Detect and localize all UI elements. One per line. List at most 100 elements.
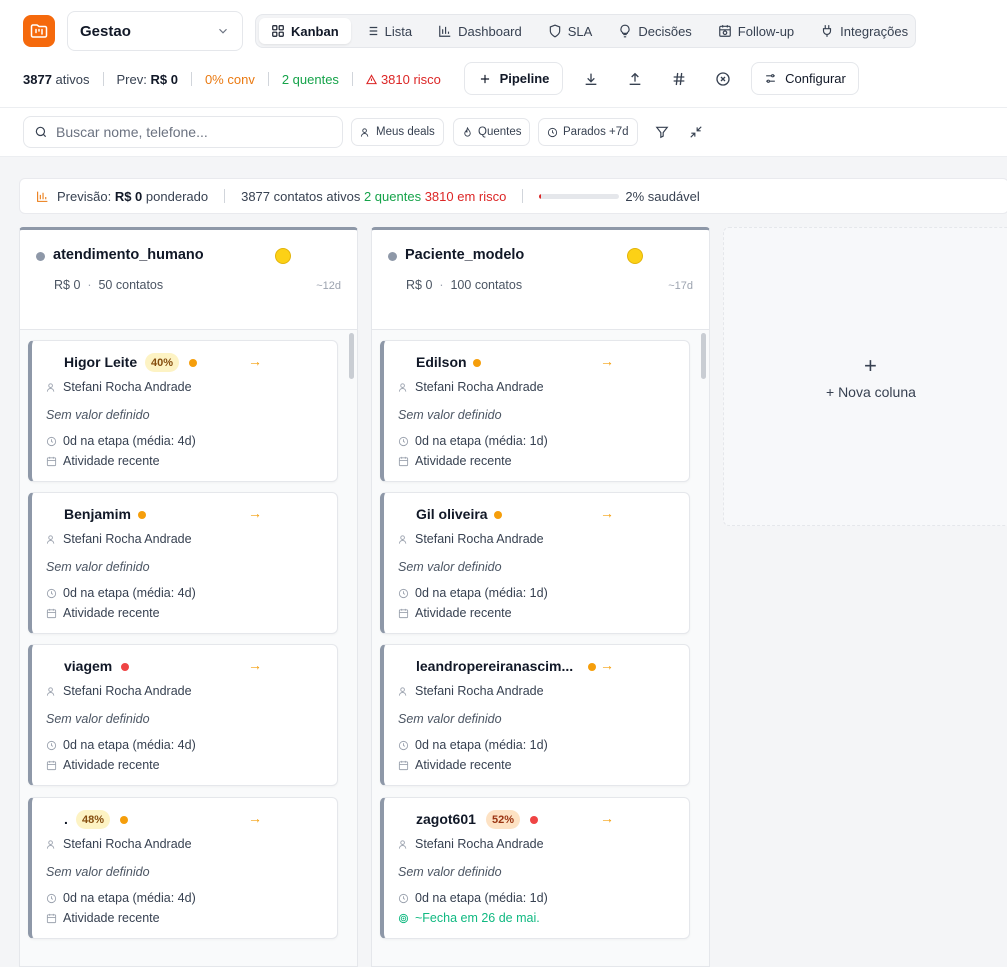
app-logo[interactable] bbox=[23, 15, 55, 47]
owner-name: Stefani Rocha Andrade bbox=[63, 684, 192, 698]
stage-color-dot bbox=[388, 252, 397, 261]
configure-button[interactable]: Configurar bbox=[751, 62, 859, 95]
filter-hot[interactable]: Quentes bbox=[453, 118, 531, 146]
pipeline-select[interactable]: Gestao bbox=[67, 11, 243, 51]
tab-sla[interactable]: SLA bbox=[536, 18, 605, 44]
stage-time-row: 0d na etapa (média: 4d) bbox=[46, 891, 196, 905]
deal-name: Benjamim bbox=[64, 506, 131, 522]
active-contacts: 3877 contatos ativos bbox=[241, 188, 361, 204]
sliders-icon bbox=[766, 74, 775, 83]
clock-icon bbox=[46, 740, 57, 750]
arrow-right-icon[interactable]: → bbox=[248, 353, 262, 369]
clock-icon bbox=[547, 127, 558, 137]
clock-icon bbox=[398, 740, 409, 750]
deal-card[interactable]: zagot601 52% → Stefani Rocha Andrade Sem val… bbox=[380, 797, 690, 939]
deal-value: Sem valor definido bbox=[398, 408, 502, 422]
summary-stats: 3877 ativos Prev: R$ 0 0% conv 2 quentes… bbox=[23, 69, 441, 89]
stage-time: 0d na etapa (média: 4d) bbox=[63, 891, 196, 905]
risk-count: 3810 risco bbox=[365, 72, 441, 87]
owner-name: Stefani Rocha Andrade bbox=[415, 532, 544, 546]
deal-card[interactable]: leandropereiranascim... → Stefani Rocha An… bbox=[380, 644, 690, 786]
calendar-icon bbox=[398, 608, 409, 618]
search-input[interactable] bbox=[56, 124, 326, 140]
grid-icon bbox=[272, 25, 284, 37]
deal-name: Higor Leite bbox=[64, 354, 138, 370]
arrow-right-icon[interactable]: → bbox=[248, 810, 262, 826]
activity-row: Atividade recente bbox=[398, 758, 512, 772]
button-label: Configurar bbox=[785, 71, 846, 86]
stage-time: 0d na etapa (média: 1d) bbox=[415, 586, 548, 600]
deal-card[interactable]: Edilson → Stefani Rocha Andrade Sem valor d… bbox=[380, 340, 690, 482]
scrollbar[interactable] bbox=[349, 333, 354, 379]
scrollbar[interactable] bbox=[701, 333, 706, 379]
deal-card[interactable]: viagem → Stefani Rocha Andrade Sem valor de… bbox=[28, 644, 338, 786]
activity-row: Atividade recente bbox=[46, 758, 160, 772]
deal-card[interactable]: Gil oliveira → Stefani Rocha Andrade Sem va… bbox=[380, 492, 690, 634]
tab-follow-up[interactable]: Follow-up bbox=[706, 18, 806, 44]
deal-name: Gil oliveira bbox=[416, 506, 488, 522]
column-header[interactable]: Paciente_modelo R$ 0 · 100 contatos ~17d bbox=[372, 230, 709, 330]
yellow-circle-icon bbox=[275, 248, 291, 264]
chip-label: Meus deals bbox=[376, 126, 435, 138]
clock-icon bbox=[398, 436, 409, 446]
owner-row: Stefani Rocha Andrade bbox=[46, 684, 192, 698]
tab-dashboard[interactable]: Dashboard bbox=[426, 18, 534, 44]
column-header[interactable]: atendimento_humano R$ 0 · 50 contatos ~1… bbox=[20, 230, 357, 330]
hashtag-button[interactable] bbox=[666, 66, 692, 92]
clock-icon bbox=[46, 893, 57, 903]
add-pipeline-button[interactable]: Pipeline bbox=[464, 62, 563, 95]
owner-name: Stefani Rocha Andrade bbox=[63, 380, 192, 394]
tab-lista[interactable]: Lista bbox=[353, 18, 424, 44]
owner-row: Stefani Rocha Andrade bbox=[398, 532, 544, 546]
active-count: 3877 bbox=[23, 71, 52, 87]
stage-color-dot bbox=[36, 252, 45, 261]
clear-button[interactable] bbox=[710, 66, 736, 92]
stage-time-row: 0d na etapa (média: 4d) bbox=[46, 738, 196, 752]
arrow-right-icon[interactable]: → bbox=[248, 657, 262, 673]
download-button[interactable] bbox=[578, 66, 604, 92]
stage-time-row: 0d na etapa (média: 1d) bbox=[398, 586, 548, 600]
active-label: ativos bbox=[55, 71, 90, 87]
filter-stalled[interactable]: Parados +7d bbox=[538, 118, 638, 146]
arrow-right-icon[interactable]: → bbox=[600, 353, 614, 369]
deal-card[interactable]: Benjamim → Stefani Rocha Andrade Sem valor … bbox=[28, 492, 338, 634]
forecast-value: R$ 0 bbox=[114, 188, 143, 204]
filter-my-deals[interactable]: Meus deals bbox=[351, 118, 444, 146]
activity-row: Atividade recente bbox=[398, 606, 512, 620]
arrow-right-icon[interactable]: → bbox=[600, 657, 614, 673]
column-title: atendimento_humano bbox=[53, 247, 204, 263]
upload-icon bbox=[629, 72, 641, 85]
deal-value: Sem valor definido bbox=[398, 560, 502, 574]
deal-card[interactable]: . 48% → Stefani Rocha Andrade Sem valor defi… bbox=[28, 797, 338, 939]
deal-card[interactable]: Higor Leite 40% → Stefani Rocha Andrade Sem … bbox=[28, 340, 338, 482]
calendar-icon bbox=[46, 760, 57, 770]
collapse-button[interactable] bbox=[683, 119, 709, 145]
tab-integracoes[interactable]: Integrações bbox=[808, 18, 920, 44]
arrow-right-icon[interactable]: → bbox=[248, 505, 262, 521]
calendar-icon bbox=[398, 456, 409, 466]
tab-label: Decisões bbox=[638, 23, 692, 39]
upload-button[interactable] bbox=[622, 66, 648, 92]
tab-decisoes[interactable]: Decisões bbox=[606, 18, 703, 44]
owner-row: Stefani Rocha Andrade bbox=[46, 837, 192, 851]
target-icon bbox=[398, 913, 409, 923]
divider bbox=[351, 72, 353, 86]
risk-count: 3810 em risco bbox=[424, 188, 507, 204]
new-column-label: + Nova coluna bbox=[826, 384, 916, 400]
view-tabs: Kanban Lista Dashboard SLA Decisões Foll… bbox=[255, 14, 916, 48]
filter-button[interactable] bbox=[649, 119, 675, 145]
new-column-button[interactable]: + + Nova coluna bbox=[723, 227, 1007, 526]
yellow-circle-icon bbox=[627, 248, 643, 264]
stage-time: 0d na etapa (média: 4d) bbox=[63, 434, 196, 448]
status-dot bbox=[588, 663, 596, 671]
search-box bbox=[23, 116, 343, 148]
arrow-right-icon[interactable]: → bbox=[600, 810, 614, 826]
owner-name: Stefani Rocha Andrade bbox=[415, 684, 544, 698]
deal-name: viagem bbox=[64, 658, 113, 674]
tab-label: Lista bbox=[384, 23, 413, 39]
deal-value: Sem valor definido bbox=[398, 865, 502, 879]
arrow-right-icon[interactable]: → bbox=[600, 505, 614, 521]
hash-icon bbox=[673, 72, 685, 86]
owner-name: Stefani Rocha Andrade bbox=[415, 837, 544, 851]
tab-kanban[interactable]: Kanban bbox=[259, 18, 351, 44]
